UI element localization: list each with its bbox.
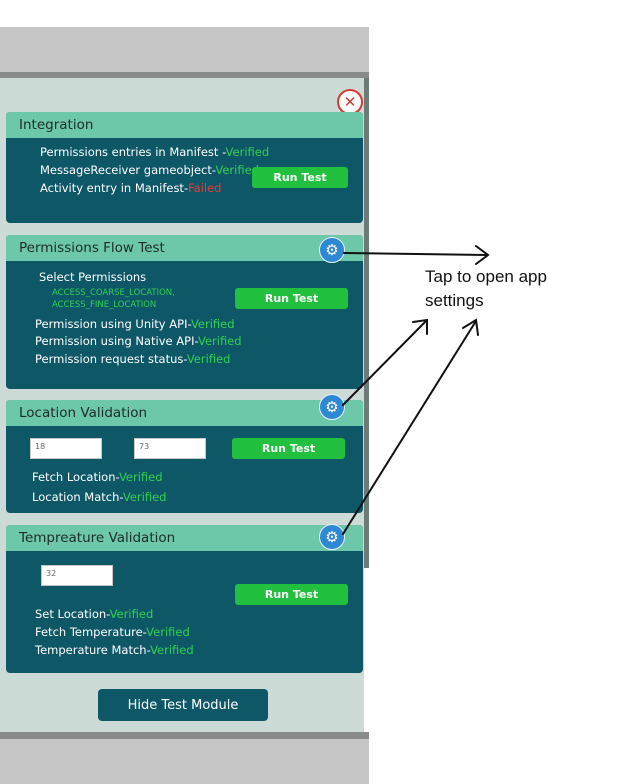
arrow-line-3 xyxy=(342,320,477,535)
annotation-text: Tap to open app settings xyxy=(425,265,547,313)
annotation-line-1: Tap to open app xyxy=(425,267,547,286)
arrow-line-2 xyxy=(342,319,428,406)
annotation-line-2: settings xyxy=(425,291,484,310)
annotation-arrows xyxy=(342,245,490,535)
arrow-head-3 xyxy=(462,318,479,336)
arrow-line-1 xyxy=(343,252,488,256)
